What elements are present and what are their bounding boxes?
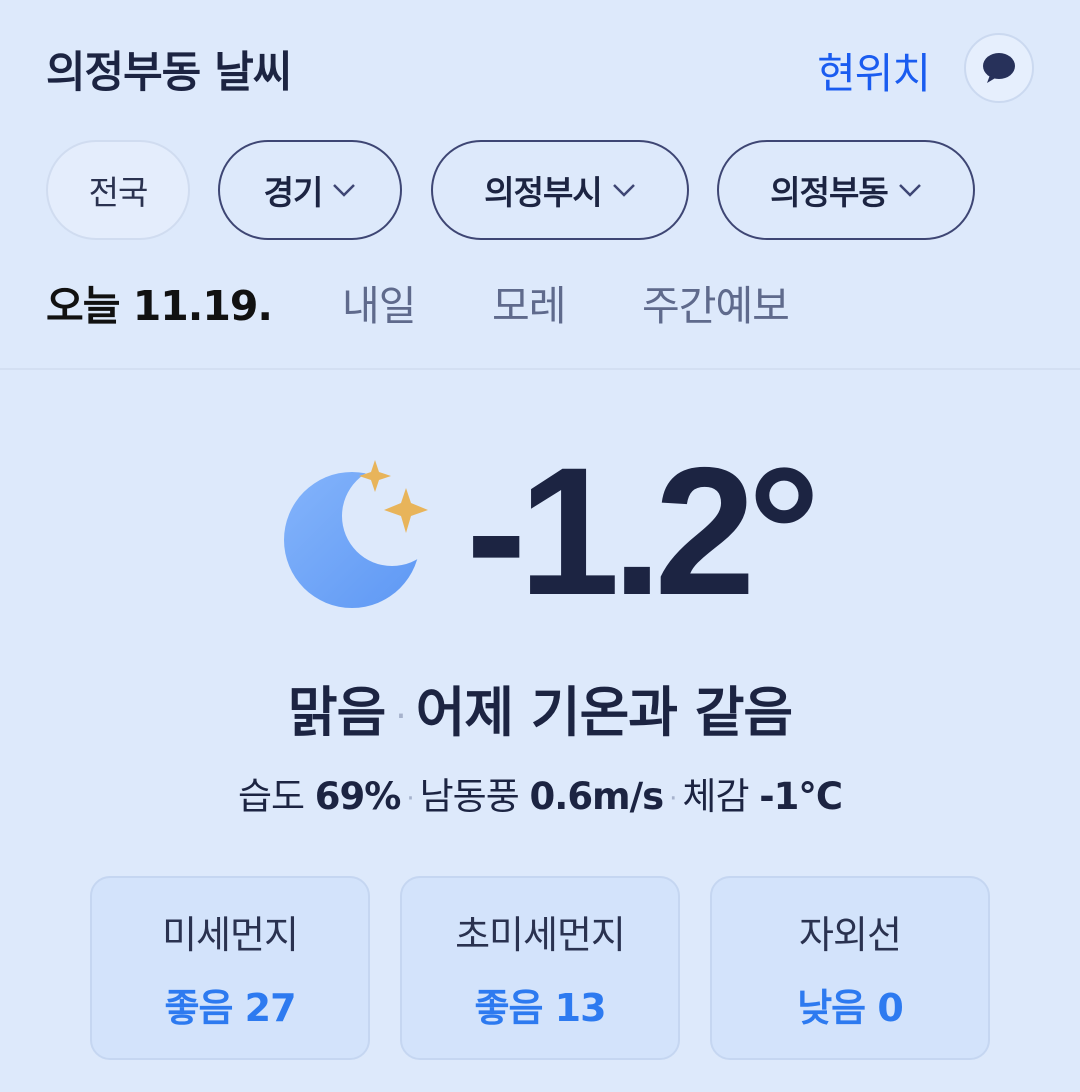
weather-details: 습도 69% · 남동풍 0.6m/s · 체감 -1°C <box>0 766 1080 820</box>
feels-like-label: 체감 <box>682 775 749 818</box>
ultrafine-dust-card[interactable]: 초미세먼지 좋음 13 <box>400 876 680 1060</box>
tab-day-after[interactable]: 모레 <box>492 272 566 332</box>
comparison-text: 어제 기온과 같음 <box>415 681 793 744</box>
current-location-link[interactable]: 현위치 <box>817 40 931 101</box>
feels-like-value: -1°C <box>759 775 843 818</box>
chevron-down-icon <box>898 184 921 197</box>
separator-dot: · <box>406 783 414 814</box>
region-chip-province[interactable]: 경기 <box>218 140 402 240</box>
region-chip-label: 경기 <box>263 173 324 212</box>
region-chip-city[interactable]: 의정부시 <box>431 140 689 240</box>
condition-text: 맑음 <box>287 681 386 744</box>
card-label: 미세먼지 <box>162 913 299 957</box>
tab-today[interactable]: 오늘 11.19. <box>46 272 273 332</box>
page-title: 의정부동 날씨 <box>46 48 292 98</box>
card-label: 자외선 <box>799 913 902 957</box>
region-chip-nation[interactable]: 전국 <box>46 140 190 240</box>
wind-label: 남동풍 <box>419 775 520 818</box>
chevron-down-icon <box>612 184 635 197</box>
card-value: 낮음 0 <box>797 986 904 1030</box>
region-chip-label: 전국 <box>88 173 149 212</box>
header: 의정부동 날씨 현위치 <box>46 33 1034 103</box>
condition-summary: 맑음 · 어제 기온과 같음 <box>0 668 1080 747</box>
card-value: 좋음 27 <box>164 986 296 1030</box>
wind-value: 0.6m/s <box>529 775 665 818</box>
humidity-value: 69% <box>314 775 402 818</box>
moon-stars-icon <box>284 460 428 608</box>
chat-button[interactable] <box>964 33 1034 103</box>
region-chip-label: 의정부시 <box>484 173 602 212</box>
region-chip-label: 의정부동 <box>770 173 888 212</box>
chat-bubble-icon <box>983 53 1015 83</box>
tab-tomorrow[interactable]: 내일 <box>342 272 416 332</box>
card-label: 초미세먼지 <box>455 913 626 957</box>
tab-weekly[interactable]: 주간예보 <box>642 272 790 332</box>
section-divider <box>0 368 1080 370</box>
current-temperature: -1.2° <box>466 429 820 633</box>
uv-index-card[interactable]: 자외선 낮음 0 <box>710 876 990 1060</box>
weather-page: 의정부동 날씨 현위치 전국 경기 의정부시 의정부동 오늘 11.19. 내일 <box>0 0 1080 1092</box>
separator-dot: · <box>669 783 677 814</box>
region-chip-dong[interactable]: 의정부동 <box>717 140 975 240</box>
separator-dot: · <box>395 695 406 737</box>
humidity-label: 습도 <box>237 775 305 818</box>
fine-dust-card[interactable]: 미세먼지 좋음 27 <box>90 876 370 1060</box>
chevron-down-icon <box>333 184 356 197</box>
card-value: 좋음 13 <box>474 986 606 1030</box>
